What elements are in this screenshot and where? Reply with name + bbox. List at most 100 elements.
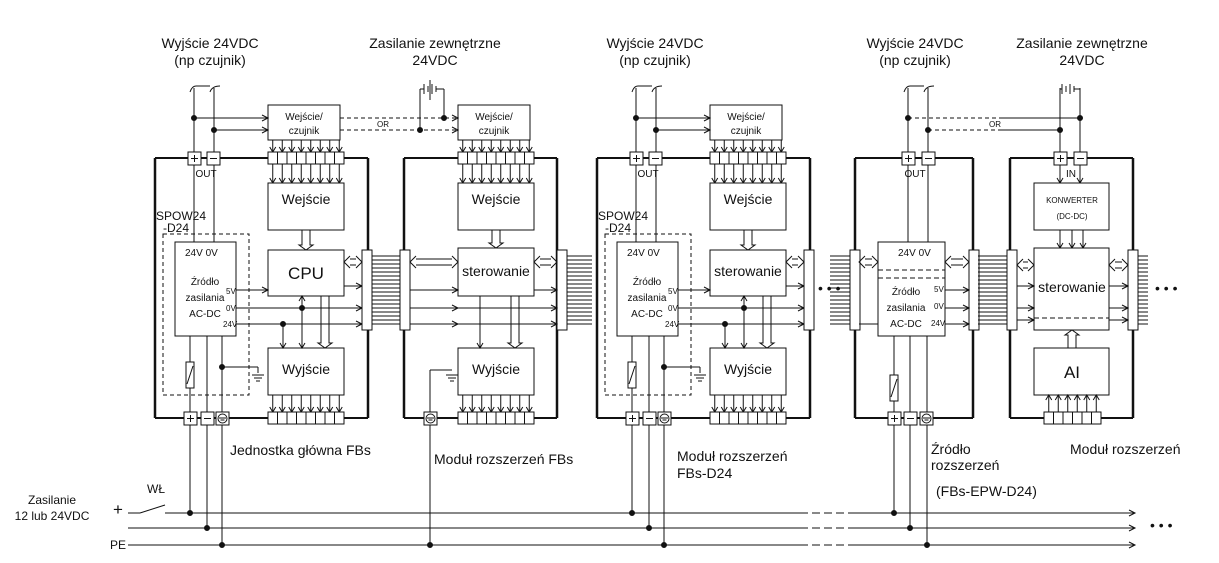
output-terminal bbox=[776, 411, 787, 425]
output-terminal bbox=[505, 411, 516, 425]
input-terminal bbox=[757, 151, 768, 165]
output-terminal bbox=[738, 411, 749, 425]
junction-dot bbox=[891, 510, 897, 516]
psu-labels: SPOW24 -D24 SPOW24 -D24 bbox=[156, 209, 648, 235]
expansion-module-label-2: Moduł rozszerzeń bbox=[1070, 441, 1181, 457]
output-terminal bbox=[495, 411, 506, 425]
input-terminal bbox=[277, 151, 288, 165]
converter-block bbox=[1033, 182, 1110, 231]
expansion-module-d24-sub: FBs-D24 bbox=[677, 465, 732, 481]
out-label: OUT bbox=[904, 169, 925, 180]
junction-dot bbox=[1077, 115, 1083, 121]
supply-voltage-label: 12 lub 24VDC bbox=[15, 509, 90, 523]
junction-dot bbox=[1057, 127, 1063, 133]
input-terminal bbox=[524, 151, 535, 165]
cpu-block-label: CPU bbox=[288, 264, 324, 283]
bidirectional-arrow-icon bbox=[343, 255, 363, 269]
output-24vdc-label-1: Wyjście 24VDC bbox=[161, 35, 258, 51]
psu-24v-label: 24V bbox=[665, 320, 680, 329]
output-terminal bbox=[486, 411, 497, 425]
bidirectional-arrow-icon bbox=[785, 255, 805, 269]
bus-connector bbox=[803, 249, 815, 331]
out-label: OUT bbox=[195, 169, 216, 180]
control-block-label: sterowanie bbox=[462, 263, 530, 279]
input-block-label: Wejście bbox=[724, 191, 773, 207]
input-terminal bbox=[457, 151, 468, 165]
bus-connector bbox=[399, 249, 411, 331]
output-terminal bbox=[334, 411, 345, 425]
input-terminal bbox=[728, 151, 739, 165]
diagram-canvas: Wyjście 24VDC (np czujnik) Zasilanie zew… bbox=[15, 35, 1181, 552]
external-supply-label-1: Zasilanie zewnętrzne bbox=[369, 35, 501, 51]
psu-label: Źródło bbox=[191, 275, 220, 288]
junction-dot bbox=[204, 525, 210, 531]
input-terminal bbox=[495, 151, 506, 165]
junction-dot bbox=[633, 115, 639, 121]
analog-input-terminal bbox=[1043, 411, 1054, 425]
output-terminal bbox=[305, 411, 316, 425]
input-terminal bbox=[505, 151, 516, 165]
bidirectional-arrow-icon bbox=[1108, 258, 1129, 272]
input-terminal bbox=[514, 151, 525, 165]
main-unit-label: Jednostka główna FBs bbox=[230, 442, 371, 458]
top-labels: Wyjście 24VDC (np czujnik) Zasilanie zew… bbox=[161, 35, 1148, 68]
psu-0v-label: 0V bbox=[934, 302, 944, 311]
control-block-label: sterowanie bbox=[1038, 279, 1106, 295]
bidirectional-arrow-icon bbox=[944, 255, 970, 269]
psu-5v-label: 5V bbox=[226, 287, 236, 296]
expansion-module-d24-label: Moduł rozszerzeń bbox=[677, 448, 788, 464]
output-terminal bbox=[457, 411, 468, 425]
input-block-label: Wejście bbox=[472, 191, 521, 207]
expansion-module-label: Moduł rozszerzeń FBs bbox=[434, 451, 573, 467]
input-terminal bbox=[305, 151, 316, 165]
data-arrow-icon bbox=[316, 296, 334, 349]
output-terminal bbox=[728, 411, 739, 425]
bidirectional-arrow-icon bbox=[1016, 258, 1035, 272]
input-terminal bbox=[267, 151, 278, 165]
bidirectional-arrow-icon bbox=[533, 255, 558, 269]
input-block-label: Wejście bbox=[282, 191, 331, 207]
output-terminal bbox=[315, 411, 326, 425]
output-terminal bbox=[757, 411, 768, 425]
output-block-label: Wyjście bbox=[472, 361, 520, 377]
supply-label: Zasilanie bbox=[28, 493, 76, 507]
output-terminal bbox=[709, 411, 720, 425]
bus-connector bbox=[1006, 249, 1018, 331]
psu-5v-label: 5V bbox=[934, 285, 944, 294]
analog-input-terminal bbox=[1072, 411, 1083, 425]
input-terminal bbox=[747, 151, 758, 165]
external-supply-sub-2: 24VDC bbox=[1059, 52, 1104, 68]
or-label: OR bbox=[989, 120, 1001, 129]
junction-dot bbox=[219, 542, 225, 548]
output-terminal bbox=[514, 411, 525, 425]
continuation-dots: • • • bbox=[1150, 517, 1173, 533]
psu-24v-label: 24V bbox=[931, 319, 946, 328]
psu-0v-label: 0V bbox=[226, 304, 236, 313]
output-terminal bbox=[524, 411, 535, 425]
converter-label: (DC-DC) bbox=[1056, 212, 1087, 221]
pe-label: PE bbox=[110, 538, 126, 552]
bus-connector bbox=[361, 249, 373, 331]
input-terminal bbox=[719, 151, 730, 165]
psu-terminal-labels: 24V 0V bbox=[898, 248, 931, 259]
sensor-block-label: Wejście/ bbox=[285, 112, 323, 123]
sensor-block-label: czujnik bbox=[479, 126, 511, 137]
input-terminal bbox=[709, 151, 720, 165]
psu-terminal-labels: 24V 0V bbox=[185, 248, 218, 259]
analog-input-terminal bbox=[1062, 411, 1073, 425]
psu-24v-label: 24V bbox=[223, 320, 238, 329]
external-supply-label-2: Zasilanie zewnętrzne bbox=[1016, 35, 1148, 51]
output-terminal bbox=[719, 411, 730, 425]
junction-dot bbox=[187, 510, 193, 516]
input-terminal bbox=[476, 151, 487, 165]
data-arrow-icon bbox=[487, 230, 505, 249]
output-24vdc-sub-1: (np czujnik) bbox=[174, 52, 246, 68]
plus-label: + bbox=[113, 500, 123, 519]
output-block-label: Wyjście bbox=[282, 361, 330, 377]
continuation-dots: • • • bbox=[1155, 280, 1178, 296]
expansion-source-model: (FBs-EPW-D24) bbox=[936, 483, 1037, 499]
sensor-block-label: czujnik bbox=[289, 126, 321, 137]
junction-dot bbox=[191, 115, 197, 121]
junction-dot bbox=[427, 542, 433, 548]
output-terminal bbox=[286, 411, 297, 425]
